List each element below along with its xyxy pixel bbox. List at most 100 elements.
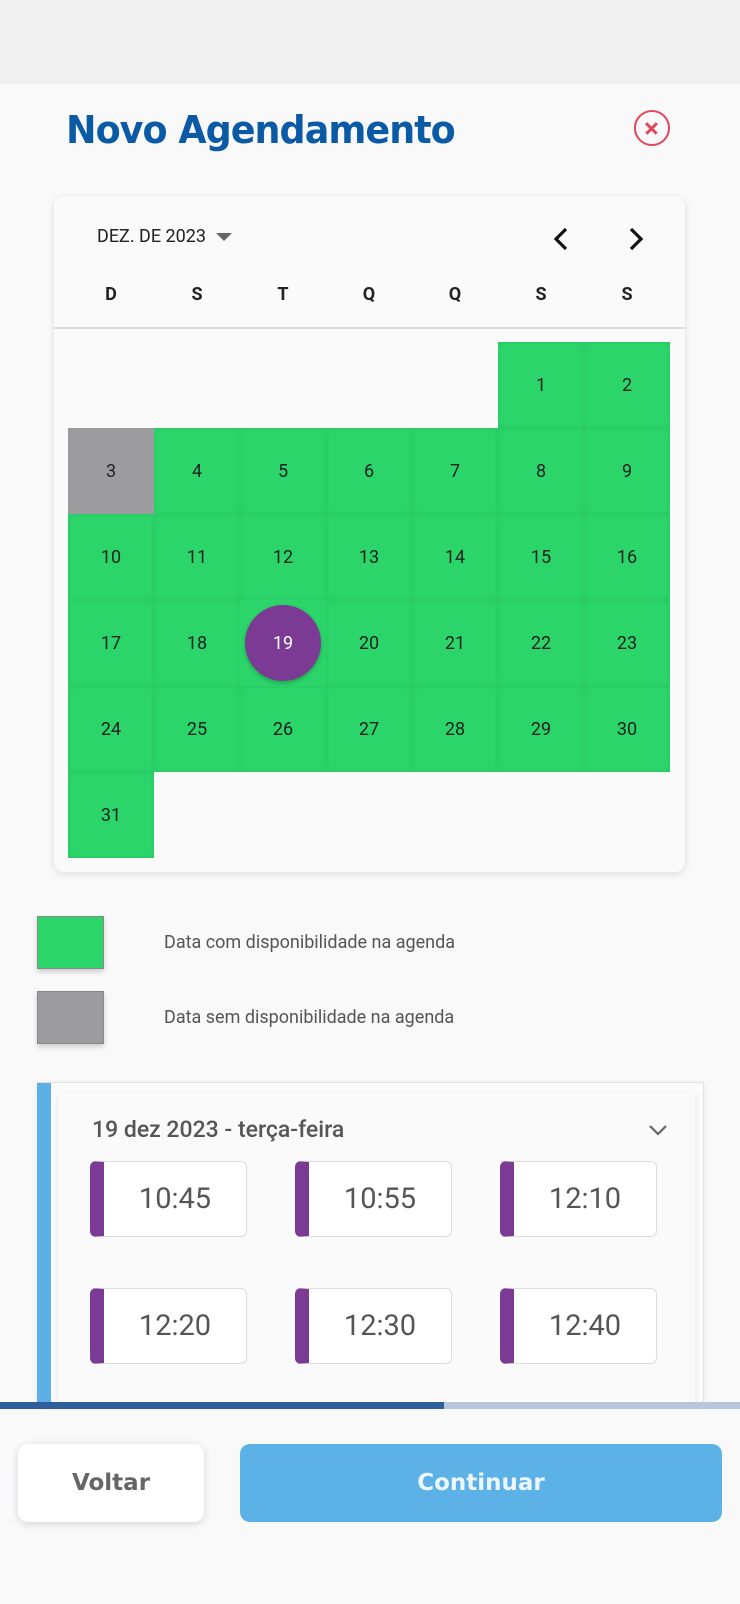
calendar-empty-cell: [240, 342, 326, 428]
calendar-empty-cell: [68, 342, 154, 428]
calendar-day-number: 24: [100, 718, 122, 740]
calendar-day-number: 20: [358, 632, 380, 654]
calendar-day-number: 4: [191, 460, 203, 482]
calendar-day-number: 17: [100, 632, 122, 654]
weekday-header: D S T Q Q S S: [68, 284, 671, 305]
chevron-down-icon[interactable]: [647, 1123, 669, 1137]
calendar-day-22[interactable]: 22: [498, 600, 584, 686]
time-slot[interactable]: 10:45: [90, 1161, 247, 1237]
calendar-empty-cell: [326, 342, 412, 428]
calendar-day-11[interactable]: 11: [154, 514, 240, 600]
calendar-empty-cell: [412, 342, 498, 428]
calendar-day-17[interactable]: 17: [68, 600, 154, 686]
month-selector[interactable]: DEZ. DE 2023: [97, 226, 233, 247]
calendar-day-28[interactable]: 28: [412, 686, 498, 772]
calendar-day-23[interactable]: 23: [584, 600, 670, 686]
calendar-day-number: 25: [186, 718, 208, 740]
calendar-day-number: 1: [535, 374, 547, 396]
calendar-day-21[interactable]: 21: [412, 600, 498, 686]
calendar-day-3: 3: [68, 428, 154, 514]
caret-down-icon: [216, 232, 233, 241]
time-slot[interactable]: 12:30: [295, 1288, 452, 1364]
slots-date-label: 19 dez 2023 - terça-feira: [92, 1116, 345, 1143]
calendar-day-27[interactable]: 27: [326, 686, 412, 772]
weekday-label: S: [191, 284, 203, 305]
calendar-day-24[interactable]: 24: [68, 686, 154, 772]
close-icon[interactable]: [634, 110, 670, 146]
calendar-day-12[interactable]: 12: [240, 514, 326, 600]
card-accent-bar: [37, 1083, 51, 1404]
status-bar: [0, 0, 740, 84]
calendar-day-number: 22: [530, 632, 552, 654]
calendar-day-13[interactable]: 13: [326, 514, 412, 600]
calendar-day-7[interactable]: 7: [412, 428, 498, 514]
calendar-day-31[interactable]: 31: [68, 772, 154, 858]
calendar-day-9[interactable]: 9: [584, 428, 670, 514]
calendar-day-number: 6: [363, 460, 375, 482]
calendar-day-18[interactable]: 18: [154, 600, 240, 686]
calendar-empty-cell: [154, 342, 240, 428]
weekday-label: T: [277, 284, 289, 305]
time-slot[interactable]: 12:40: [500, 1288, 657, 1364]
back-button[interactable]: Voltar: [18, 1444, 204, 1522]
weekday-label: Q: [448, 284, 462, 305]
calendar-day-number: 21: [444, 632, 466, 654]
progress-bar: [0, 1402, 740, 1409]
weekday-label: S: [621, 284, 633, 305]
time-slots-card: 19 dez 2023 - terça-feira 10:45 10:55 12…: [37, 1082, 704, 1404]
legend-swatch-unavailable: [37, 991, 104, 1044]
calendar-day-15[interactable]: 15: [498, 514, 584, 600]
calendar-day-number: 7: [449, 460, 461, 482]
calendar-day-number: 18: [186, 632, 208, 654]
calendar-day-1[interactable]: 1: [498, 342, 584, 428]
calendar-day-30[interactable]: 30: [584, 686, 670, 772]
legend-available: Data com disponibilidade na agenda: [37, 916, 455, 969]
calendar-day-6[interactable]: 6: [326, 428, 412, 514]
calendar-day-number: 14: [444, 546, 466, 568]
progress-fill: [0, 1402, 444, 1409]
previous-month-button[interactable]: [547, 224, 577, 254]
chevron-right-icon: [629, 227, 644, 251]
calendar-day-number: 23: [616, 632, 638, 654]
weekday-label: Q: [362, 284, 376, 305]
calendar-day-14[interactable]: 14: [412, 514, 498, 600]
legend-label: Data com disponibilidade na agenda: [164, 932, 456, 953]
calendar-day-number: 5: [277, 460, 289, 482]
legend-label: Data sem disponibilidade na agenda: [164, 1007, 455, 1028]
calendar-day-5[interactable]: 5: [240, 428, 326, 514]
calendar-day-number: 2: [621, 374, 633, 396]
calendar-day-number: 29: [530, 718, 552, 740]
continue-button[interactable]: Continuar: [240, 1444, 722, 1522]
calendar-day-20[interactable]: 20: [326, 600, 412, 686]
calendar: DEZ. DE 2023 D S T Q Q S S 1 2 3 4 5 6 7 8 9 10 11…: [54, 196, 685, 872]
calendar-day-2[interactable]: 2: [584, 342, 670, 428]
calendar-day-29[interactable]: 29: [498, 686, 584, 772]
calendar-day-number: 8: [535, 460, 547, 482]
calendar-day-number: 28: [444, 718, 466, 740]
calendar-day-4[interactable]: 4: [154, 428, 240, 514]
time-slot[interactable]: 12:10: [500, 1161, 657, 1237]
calendar-day-number: 12: [272, 546, 294, 568]
time-slot[interactable]: 10:55: [295, 1161, 452, 1237]
calendar-day-number: 9: [621, 460, 633, 482]
calendar-day-number: 10: [100, 546, 122, 568]
chevron-left-icon: [553, 227, 568, 251]
calendar-day-26[interactable]: 26: [240, 686, 326, 772]
calendar-day-number: 13: [358, 546, 380, 568]
calendar-day-number: 11: [186, 546, 208, 568]
calendar-day-number: 31: [100, 804, 122, 826]
calendar-day-19[interactable]: 19: [240, 600, 326, 686]
calendar-day-number: 30: [616, 718, 638, 740]
calendar-day-8[interactable]: 8: [498, 428, 584, 514]
calendar-day-10[interactable]: 10: [68, 514, 154, 600]
calendar-day-number: 26: [272, 718, 294, 740]
next-month-button[interactable]: [620, 224, 650, 254]
calendar-day-25[interactable]: 25: [154, 686, 240, 772]
calendar-divider: [54, 327, 685, 329]
time-slot[interactable]: 12:20: [90, 1288, 247, 1364]
calendar-day-16[interactable]: 16: [584, 514, 670, 600]
calendar-day-number: 19: [245, 605, 321, 681]
page-title: Novo Agendamento: [66, 108, 456, 152]
calendar-day-grid: 1 2 3 4 5 6 7 8 9 10 11 12 13 14 15 16 17 18 19 20 21 22 23 24 2…: [68, 342, 670, 858]
calendar-day-number: 27: [358, 718, 380, 740]
